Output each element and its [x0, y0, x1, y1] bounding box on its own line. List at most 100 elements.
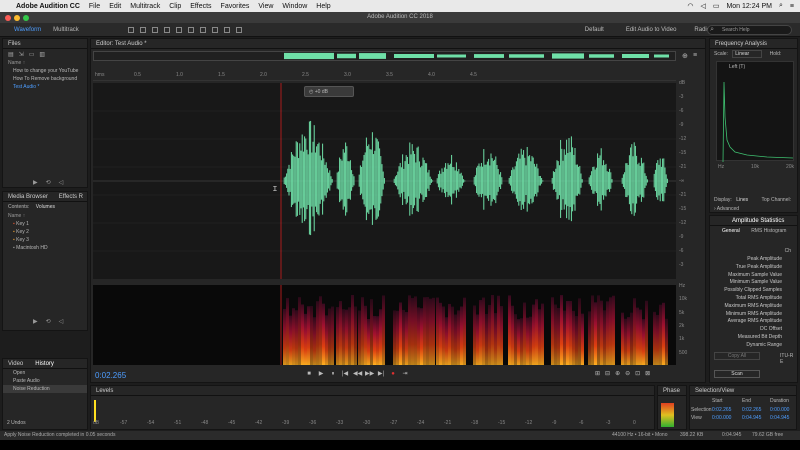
workspace-default[interactable]: Default	[585, 27, 604, 33]
stop-button[interactable]: ■	[305, 370, 313, 378]
razor-tool-icon[interactable]	[163, 26, 170, 33]
files-panel-title[interactable]: Files	[3, 39, 87, 49]
new-file-icon[interactable]: ▭	[29, 51, 35, 58]
view-end[interactable]: 0:04.945	[742, 415, 761, 421]
amplitude-statistics-title[interactable]: Amplitude Statistics	[710, 216, 797, 226]
play-icon[interactable]: ▶	[33, 318, 38, 325]
current-time-display[interactable]: 0:02.265	[95, 371, 126, 380]
history-item-selected[interactable]: Noise Reduction	[3, 385, 87, 393]
autoplay-icon[interactable]: ◁	[59, 318, 64, 325]
time-selection-tool-icon[interactable]	[187, 26, 194, 33]
view-start[interactable]: 0:00.000	[712, 415, 731, 421]
zoom-in-amplitude-icon[interactable]: ⊞	[595, 370, 600, 377]
delete-icon[interactable]: ▥	[39, 51, 45, 58]
editor-title[interactable]: Editor: Test Audio *	[91, 39, 705, 49]
menu-help[interactable]: Help	[316, 3, 330, 10]
selection-duration[interactable]: 0:00.000	[770, 407, 789, 413]
menu-edit[interactable]: Edit	[109, 3, 121, 10]
general-tab[interactable]: General	[722, 228, 740, 234]
time-ruler[interactable]: hms 0.5 1.0 1.5 2.0 2.5 3.0 3.5 4.0 4.5	[93, 71, 676, 81]
pitch-display-icon[interactable]	[139, 26, 146, 33]
zoom-in-time-icon[interactable]: ⊕	[615, 370, 620, 377]
volume-item[interactable]: ▪ Macintosh HD	[3, 244, 87, 252]
spectral-display-icon[interactable]	[127, 26, 134, 33]
workspace-edit-audio-to-video[interactable]: Edit Audio to Video	[626, 27, 677, 33]
effects-rack-tab[interactable]: Effects R	[59, 192, 83, 201]
file-item[interactable]: How To Remove background	[3, 75, 87, 83]
history-item[interactable]: Paste Audio	[3, 377, 87, 385]
volume-item[interactable]: ▪ Key 3	[3, 236, 87, 244]
db-ruler[interactable]: dB -3 -6 -9 -12 -15 -21 -∞ -21 -15 -12 -9 -6 -3	[678, 80, 692, 280]
previous-button[interactable]: |◀	[341, 370, 349, 378]
close-window-icon[interactable]	[5, 15, 11, 21]
volumes-dropdown[interactable]: Volumes	[36, 204, 55, 210]
history-item[interactable]: Open	[3, 369, 87, 377]
settings-icon[interactable]: ≡	[693, 52, 697, 59]
spectral-frequency-display[interactable]	[93, 285, 676, 365]
volume-icon[interactable]: ◁	[700, 2, 705, 10]
files-column-header[interactable]: Name ↑	[3, 59, 87, 67]
display-dropdown[interactable]: Lines	[736, 197, 748, 203]
lasso-tool-icon[interactable]	[211, 26, 218, 33]
rms-histogram-tab[interactable]: RMS Histogram	[751, 228, 786, 234]
menu-clip[interactable]: Clip	[169, 3, 181, 10]
volume-item[interactable]: ▪ Key 2	[3, 228, 87, 236]
media-browser-tab[interactable]: Media Browser	[8, 192, 48, 201]
levels-title[interactable]: Levels	[91, 386, 654, 396]
fast-forward-button[interactable]: ▶▶	[365, 370, 374, 378]
brush-tool-icon[interactable]	[223, 26, 230, 33]
zoom-selection-icon[interactable]: ⊠	[645, 370, 650, 377]
loop-icon[interactable]: ⟲	[46, 179, 51, 186]
hud-gain-control[interactable]: ◴ +0 dB	[304, 86, 354, 97]
zoom-out-time-icon[interactable]: ⊖	[625, 370, 630, 377]
media-column-header[interactable]: Name ↑	[3, 212, 87, 220]
slip-tool-icon[interactable]	[175, 26, 182, 33]
wifi-icon[interactable]: ◠	[687, 2, 693, 10]
file-item-selected[interactable]: Test Audio *	[3, 83, 87, 91]
overview-navigator[interactable]	[93, 51, 676, 61]
menu-file[interactable]: File	[89, 3, 100, 10]
spotlight-icon[interactable]: ⌕	[779, 2, 783, 10]
clock[interactable]: Mon 12:24 PM	[726, 3, 772, 10]
zoom-out-amplitude-icon[interactable]: ⊟	[605, 370, 610, 377]
copy-all-button[interactable]: Copy All	[714, 352, 760, 360]
play-button[interactable]: ▶	[317, 370, 325, 378]
menu-multitrack[interactable]: Multitrack	[130, 3, 160, 10]
phase-title[interactable]: Phase	[658, 386, 686, 396]
selection-start[interactable]: 0:02.265	[712, 407, 731, 413]
multitrack-tab[interactable]: Multitrack	[47, 23, 85, 37]
zoom-window-icon[interactable]	[23, 15, 29, 21]
marquee-tool-icon[interactable]	[199, 26, 206, 33]
zoom-icon[interactable]: ⊕	[682, 52, 688, 60]
autoplay-icon[interactable]: ◁	[59, 179, 64, 186]
selection-end[interactable]: 0:02.265	[742, 407, 761, 413]
volume-item[interactable]: ▪ Key 1	[3, 220, 87, 228]
loop-icon[interactable]: ⟲	[46, 318, 51, 325]
selection-view-title[interactable]: Selection/View	[690, 386, 796, 396]
spot-healing-tool-icon[interactable]	[235, 26, 242, 33]
waveform-tab[interactable]: Waveform	[0, 23, 47, 37]
menu-favorites[interactable]: Favorites	[221, 3, 250, 10]
app-menu[interactable]: Adobe Audition CC	[16, 3, 80, 10]
scale-dropdown[interactable]: Linear	[732, 50, 763, 58]
history-tab[interactable]: History	[35, 359, 54, 368]
play-icon[interactable]: ▶	[33, 179, 38, 186]
menu-window[interactable]: Window	[282, 3, 307, 10]
move-tool-icon[interactable]	[151, 26, 158, 33]
advanced-toggle[interactable]: › Advanced	[714, 206, 739, 212]
import-icon[interactable]: ⇲	[19, 51, 24, 58]
menu-effects[interactable]: Effects	[190, 3, 211, 10]
frequency-graph[interactable]: Left (T)	[716, 61, 794, 162]
frequency-analysis-title[interactable]: Frequency Analysis	[710, 39, 797, 49]
waveform-display[interactable]	[93, 83, 676, 279]
search-help-input[interactable]: Search Help	[707, 25, 792, 35]
video-tab[interactable]: Video	[8, 359, 23, 368]
pause-button[interactable]: ⏸	[329, 370, 337, 378]
menu-list-icon[interactable]: ≡	[790, 3, 794, 10]
file-item[interactable]: How to change your YouTube	[3, 67, 87, 75]
zoom-out-full-icon[interactable]: ⊡	[635, 370, 640, 377]
hz-ruler[interactable]: Hz 10k 5k 2k 1k 500	[678, 283, 692, 365]
next-button[interactable]: ▶|	[377, 370, 385, 378]
scan-button[interactable]: Scan	[714, 370, 760, 378]
view-duration[interactable]: 0:04.945	[770, 415, 789, 421]
